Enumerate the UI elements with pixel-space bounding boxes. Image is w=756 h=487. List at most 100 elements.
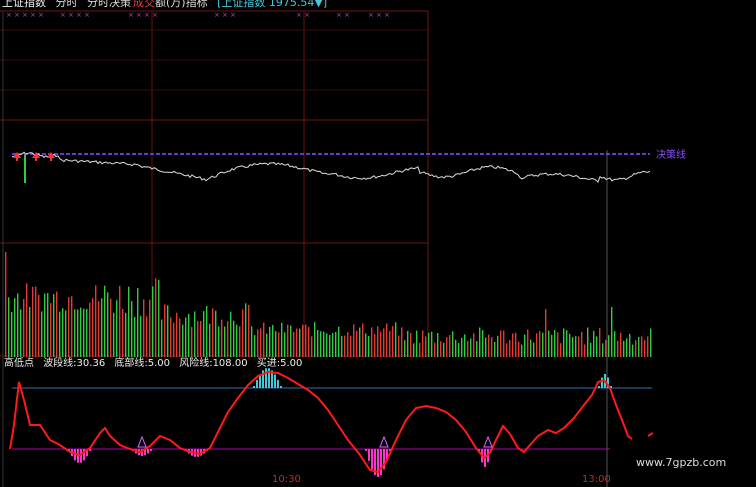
volume-bar <box>311 336 313 357</box>
volume-bar <box>542 332 544 357</box>
signal-markers: × × × × × × × × × × × × × × × × × × × × × × × <box>6 11 390 19</box>
volume-bar <box>233 320 235 357</box>
volume-bar <box>452 331 454 357</box>
volume-bar <box>167 305 169 357</box>
volume-bar <box>425 336 427 357</box>
volume-bar <box>440 341 442 357</box>
volume-bar <box>503 330 505 357</box>
volume-bar <box>323 331 325 357</box>
volume-bar <box>59 311 61 357</box>
volume-bar <box>578 336 580 357</box>
volume-bar <box>368 336 370 357</box>
index-quote[interactable]: [上证指数 1975.54▼] <box>217 0 327 9</box>
volume-bar <box>596 336 598 357</box>
volume-bar <box>560 343 562 357</box>
volume-bar <box>629 333 631 357</box>
volume-bar <box>602 343 604 357</box>
volume-bar <box>203 311 205 357</box>
volume-bar <box>446 337 448 357</box>
volume-bar <box>38 294 40 357</box>
volume-bar <box>614 331 616 357</box>
volume-bar <box>551 334 553 357</box>
volume-bar <box>137 288 139 357</box>
volume-bar <box>419 342 421 357</box>
volume-bar <box>536 333 538 357</box>
buy-arrow-stem <box>16 157 18 161</box>
signal-marker: × <box>296 11 302 19</box>
mode-label[interactable]: 分时 <box>56 0 78 9</box>
volume-bar <box>86 308 88 357</box>
volume-bar <box>356 330 358 357</box>
signal-marker: × <box>222 11 228 19</box>
volume-bar <box>56 291 58 357</box>
volume-bar <box>476 341 478 357</box>
volume-bar <box>488 334 490 357</box>
volume-bar <box>50 303 52 357</box>
volume-bar <box>191 326 193 357</box>
volume-bar <box>527 329 529 357</box>
volume-bar <box>263 322 265 357</box>
volume-bar <box>533 342 535 357</box>
volume-bar <box>293 331 295 357</box>
volume-bar <box>302 324 304 357</box>
volume-bar <box>92 298 94 357</box>
volume-bar <box>587 327 589 357</box>
signal-marker: × <box>128 11 134 19</box>
volume-bar <box>182 324 184 357</box>
volume-bar <box>329 334 331 357</box>
volume-bar <box>23 299 25 357</box>
volume-bar <box>107 292 109 357</box>
signal-marker: × <box>6 11 12 19</box>
indicator-bar <box>277 379 279 388</box>
index-name[interactable]: 上证指数 <box>2 0 46 9</box>
volume-bar <box>473 333 475 357</box>
signal-marker: × <box>214 11 220 19</box>
volume-bar <box>251 326 253 357</box>
volume-bar <box>506 343 508 357</box>
indicator-bar <box>280 386 282 388</box>
signal-marker: × <box>22 11 28 19</box>
signal-marker: × <box>84 11 90 19</box>
volume-bar <box>248 304 250 357</box>
volume-bar <box>80 307 82 357</box>
volume-bar <box>239 326 241 357</box>
volume-bar <box>101 298 103 357</box>
volume-bar <box>599 327 601 357</box>
price-line <box>11 151 651 183</box>
volume-bar <box>584 344 586 357</box>
volume-bar <box>443 342 445 357</box>
signal-marker: × <box>30 11 36 19</box>
volume-bar <box>572 337 574 357</box>
volume-bar <box>557 332 559 357</box>
volume-bar <box>224 326 226 357</box>
volume-bar <box>197 321 199 357</box>
indicator-bar <box>380 449 382 476</box>
signal-marker: × <box>376 11 382 19</box>
volume-bar <box>179 318 181 357</box>
volume-bar <box>389 331 391 357</box>
volume-bar <box>467 340 469 357</box>
volume-bar <box>590 342 592 357</box>
volume-bar <box>455 339 457 357</box>
signal-marker: × <box>384 11 390 19</box>
buy-arrow-stem <box>50 157 52 161</box>
volume-bar <box>515 332 517 357</box>
volume-bar <box>371 327 373 357</box>
volume-bar <box>131 301 133 357</box>
volume-bar <box>401 327 403 357</box>
volume-bar <box>254 335 256 357</box>
volume-bar <box>215 310 217 357</box>
volume-bar <box>482 330 484 357</box>
volume-bar <box>395 322 397 357</box>
volume-bar <box>437 333 439 357</box>
volume-bar <box>236 324 238 357</box>
volume-bar <box>230 311 232 357</box>
volume-bar <box>470 338 472 357</box>
volume-bar <box>581 331 583 357</box>
volume-bar <box>158 279 160 357</box>
signal-marker: × <box>336 11 342 19</box>
volume-bar <box>269 326 271 357</box>
volume-bar <box>170 317 172 357</box>
indicator-bar <box>601 377 603 388</box>
volume-bar <box>122 308 124 357</box>
